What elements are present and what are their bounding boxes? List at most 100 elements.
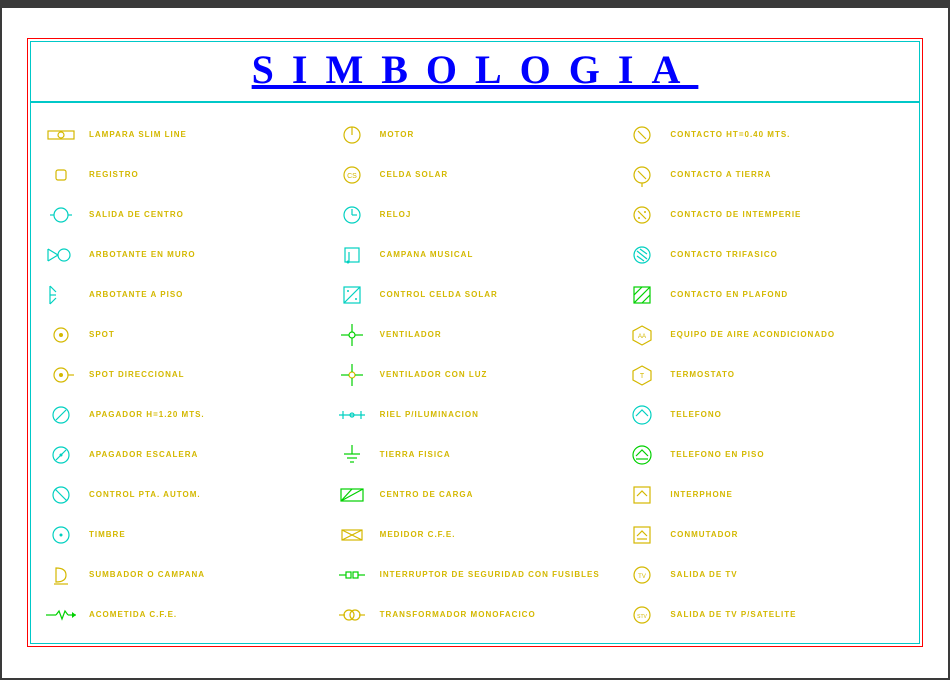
legend-label: TIERRA FISICA bbox=[380, 450, 451, 460]
apagador-icon bbox=[43, 399, 79, 431]
legend-row: TIERRA FISICA bbox=[334, 435, 621, 475]
legend-body: LAMPARA SLIM LINE REGISTRO SALIDA DE CENTR… bbox=[30, 102, 920, 644]
lamp-slim-icon bbox=[43, 119, 79, 151]
legend-row: APAGADOR ESCALERA bbox=[43, 435, 330, 475]
legend-label: VENTILADOR CON LUZ bbox=[380, 370, 488, 380]
salida-tv-sat-icon: STV bbox=[624, 599, 660, 631]
centro-carga-icon bbox=[334, 479, 370, 511]
control-celda-icon bbox=[334, 279, 370, 311]
legend-label: ARBOTANTE EN MURO bbox=[89, 250, 196, 260]
svg-text:T: T bbox=[640, 373, 645, 380]
contacto-ht-icon bbox=[624, 119, 660, 151]
legend-row: ACOMETIDA C.F.E. bbox=[43, 595, 330, 635]
medidor-icon bbox=[334, 519, 370, 551]
transformador-icon bbox=[334, 599, 370, 631]
legend-label: CAMPANA MUSICAL bbox=[380, 250, 474, 260]
legend-row: CONTACTO HT=0.40 mts. bbox=[624, 115, 911, 155]
legend-label: APAGADOR h=1.20 mts. bbox=[89, 410, 205, 420]
legend-label: CONTACTO HT=0.40 mts. bbox=[670, 130, 790, 140]
page: SIMBOLOGIA LAMPARA SLIM LINE REGISTRO SALI… bbox=[2, 8, 948, 678]
legend-row: TVSALIDA DE TV bbox=[624, 555, 911, 595]
legend-label: LAMPARA SLIM LINE bbox=[89, 130, 187, 140]
legend-label: SUMBADOR O CAMPANA bbox=[89, 570, 205, 580]
outer-frame: SIMBOLOGIA LAMPARA SLIM LINE REGISTRO SALI… bbox=[27, 38, 923, 647]
legend-label: ACOMETIDA C.F.E. bbox=[89, 610, 177, 620]
legend-label: CONTACTO TRIFASICO bbox=[670, 250, 777, 260]
legend-row: TRANSFORMADOR MONOFACICO bbox=[334, 595, 621, 635]
acometida-icon bbox=[43, 599, 79, 631]
motor-icon bbox=[334, 119, 370, 151]
legend-row: SPOT DIRECCIONAL bbox=[43, 355, 330, 395]
ventilador-icon bbox=[334, 319, 370, 351]
legend-row: TELEFONO EN PISO bbox=[624, 435, 911, 475]
legend-row: REGISTRO bbox=[43, 155, 330, 195]
legend-row: T TERMOSTATO bbox=[624, 355, 911, 395]
svg-text:TV: TV bbox=[639, 574, 647, 580]
legend-label: CENTRO DE CARGA bbox=[380, 490, 474, 500]
legend-row: SPOT bbox=[43, 315, 330, 355]
legend-title: SIMBOLOGIA bbox=[31, 46, 919, 93]
legend-row: VENTILADOR bbox=[334, 315, 621, 355]
contacto-tri-icon bbox=[624, 239, 660, 271]
legend-label: SALIDA DE TV P/SATELITE bbox=[670, 610, 796, 620]
svg-text:AA: AA bbox=[638, 334, 646, 340]
legend-column-2: MOTOR CS CELDA SOLAR RELOJ CAMPANA MUSICAL CO… bbox=[334, 115, 621, 635]
conmutador-icon bbox=[624, 519, 660, 551]
legend-row: CONMUTADOR bbox=[624, 515, 911, 555]
legend-label: EQUIPO DE AIRE ACONDICIONADO bbox=[670, 330, 835, 340]
legend-row: CENTRO DE CARGA bbox=[334, 475, 621, 515]
legend-row: CONTACTO TRIFASICO bbox=[624, 235, 911, 275]
tierra-icon bbox=[334, 439, 370, 471]
legend-column-3: CONTACTO HT=0.40 mts. CONTACTO A TIERRA CO… bbox=[624, 115, 911, 635]
legend-row: MOTOR bbox=[334, 115, 621, 155]
telefono-piso-icon bbox=[624, 439, 660, 471]
legend-label: CONTACTO A TIERRA bbox=[670, 170, 771, 180]
legend-row: MEDIDOR C.F.E. bbox=[334, 515, 621, 555]
legend-label: TIMBRE bbox=[89, 530, 126, 540]
legend-row: VENTILADOR CON LUZ bbox=[334, 355, 621, 395]
contacto-plaf-icon bbox=[624, 279, 660, 311]
legend-label: CONTACTO DE INTEMPERIE bbox=[670, 210, 801, 220]
aire-ac-icon: AA bbox=[624, 319, 660, 351]
legend-row: ARBOTANTE A PISO bbox=[43, 275, 330, 315]
riel-icon bbox=[334, 399, 370, 431]
legend-row: SUMBADOR O CAMPANA bbox=[43, 555, 330, 595]
legend-label: SALIDA DE CENTRO bbox=[89, 210, 184, 220]
legend-row: CONTROL CELDA SOLAR bbox=[334, 275, 621, 315]
apagador-esc-icon bbox=[43, 439, 79, 471]
legend-row: APAGADOR h=1.20 mts. bbox=[43, 395, 330, 435]
legend-row: AA EQUIPO DE AIRE ACONDICIONADO bbox=[624, 315, 911, 355]
legend-row: CONTACTO EN PLAFOND bbox=[624, 275, 911, 315]
legend-label: SPOT bbox=[89, 330, 115, 340]
legend-label: MOTOR bbox=[380, 130, 415, 140]
sumbador-icon bbox=[43, 559, 79, 591]
legend-column-1: LAMPARA SLIM LINE REGISTRO SALIDA DE CENTR… bbox=[43, 115, 330, 635]
legend-label: CELDA SOLAR bbox=[380, 170, 448, 180]
svg-text:CS: CS bbox=[347, 173, 357, 180]
campana-mus-icon bbox=[334, 239, 370, 271]
registro-icon bbox=[43, 159, 79, 191]
salida-centro-icon bbox=[43, 199, 79, 231]
spot-icon bbox=[43, 319, 79, 351]
legend-label: VENTILADOR bbox=[380, 330, 442, 340]
contacto-int-icon bbox=[624, 199, 660, 231]
legend-row: LAMPARA SLIM LINE bbox=[43, 115, 330, 155]
legend-label: ARBOTANTE A PISO bbox=[89, 290, 183, 300]
spot-dir-icon bbox=[43, 359, 79, 391]
legend-label: CONTROL CELDA SOLAR bbox=[380, 290, 498, 300]
arbotante-piso-icon bbox=[43, 279, 79, 311]
telefono-icon bbox=[624, 399, 660, 431]
interphone-icon bbox=[624, 479, 660, 511]
arbotante-muro-icon bbox=[43, 239, 79, 271]
legend-label: RELOJ bbox=[380, 210, 412, 220]
legend-label: TELEFONO EN PISO bbox=[670, 450, 764, 460]
legend-label: TERMOSTATO bbox=[670, 370, 735, 380]
legend-row: INTERRUPTOR DE SEGURIDAD CON FUSIBLES bbox=[334, 555, 621, 595]
legend-row: TELEFONO bbox=[624, 395, 911, 435]
legend-label: RIEL P/ILUMINACION bbox=[380, 410, 479, 420]
legend-row: STV SALIDA DE TV P/SATELITE bbox=[624, 595, 911, 635]
legend-label: INTERPHONE bbox=[670, 490, 732, 500]
legend-label: INTERRUPTOR DE SEGURIDAD CON FUSIBLES bbox=[380, 570, 600, 580]
termostato-icon: T bbox=[624, 359, 660, 391]
svg-text:STV: STV bbox=[637, 614, 647, 620]
